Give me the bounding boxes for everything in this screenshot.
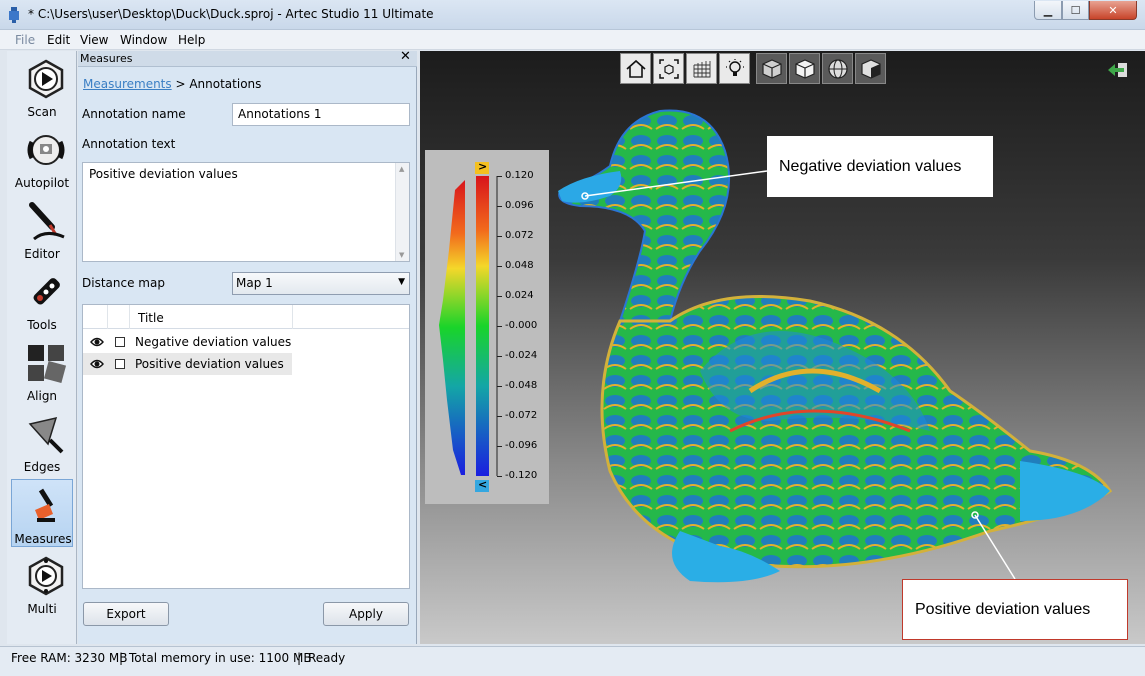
row-title: Positive deviation values	[135, 357, 284, 371]
tool-autopilot[interactable]: Autopilot	[11, 124, 73, 192]
text-scrollbar[interactable]: ▲ ▼	[395, 163, 409, 261]
distance-map-select[interactable]: Map 1 ▼	[232, 272, 410, 295]
callout-text: Negative deviation values	[779, 157, 962, 175]
edges-icon	[28, 416, 64, 454]
tool-label: Measures	[14, 532, 72, 546]
maximize-button[interactable]: ☐	[1062, 1, 1089, 20]
tool-measures[interactable]: Measures	[11, 479, 73, 547]
row-checkbox[interactable]	[115, 359, 125, 369]
eye-icon[interactable]	[90, 335, 104, 349]
breadcrumb-measurements-link[interactable]: Measurements	[83, 77, 172, 91]
negative-deviation-callout[interactable]: Negative deviation values	[767, 136, 993, 197]
autopilot-icon	[27, 135, 65, 165]
tool-align[interactable]: Align	[11, 337, 73, 405]
eye-icon[interactable]	[90, 357, 104, 371]
row-checkbox[interactable]	[115, 337, 125, 347]
column-title-header[interactable]: Title	[138, 311, 164, 325]
distance-map-value: Map 1	[236, 276, 273, 290]
panel-close-icon[interactable]: ✕	[400, 49, 411, 64]
editor-icon	[29, 202, 65, 241]
row-title: Negative deviation values	[135, 335, 292, 349]
callout-text: Positive deviation values	[915, 600, 1091, 618]
tool-label: Align	[26, 389, 58, 403]
panel-header: Measures ✕	[78, 49, 417, 67]
tool-tools[interactable]: Tools	[11, 266, 73, 334]
align-icon	[28, 345, 66, 383]
scroll-up-icon[interactable]: ▲	[399, 165, 404, 173]
panel-title: Measures	[80, 52, 133, 65]
list-item[interactable]: Positive deviation values	[83, 353, 292, 375]
annotation-name-input[interactable]: Annotations 1	[232, 103, 410, 126]
tool-label: Multi	[27, 602, 57, 616]
chevron-down-icon: ▼	[398, 277, 405, 287]
tool-label: Scan	[27, 105, 57, 119]
menu-view[interactable]: View	[80, 33, 108, 47]
annotation-text-label: Annotation text	[82, 137, 176, 151]
multi-icon	[28, 556, 64, 596]
tool-label: Editor	[24, 247, 60, 261]
status-separator: |	[297, 651, 302, 665]
menu-edit[interactable]: Edit	[47, 33, 70, 47]
app-icon	[9, 7, 19, 23]
breadcrumb-current: Annotations	[189, 77, 262, 91]
tools-icon	[33, 278, 60, 305]
free-ram-status: Free RAM: 3230 MB	[11, 651, 128, 665]
tool-editor[interactable]: Editor	[11, 195, 73, 263]
close-button[interactable]: ✕	[1089, 1, 1137, 20]
scan-icon	[28, 59, 64, 99]
tool-label: Autopilot	[14, 176, 70, 190]
menu-bar: File Edit View Window Help	[0, 30, 1145, 50]
menu-help[interactable]: Help	[178, 33, 205, 47]
apply-button[interactable]: Apply	[323, 602, 409, 626]
distance-map-label: Distance map	[82, 276, 165, 290]
total-memory-status: Total memory in use: 1100 MB	[129, 651, 312, 665]
title-bar: * C:\Users\user\Desktop\Duck\Duck.sproj …	[0, 0, 1145, 30]
status-separator: |	[119, 651, 124, 665]
list-header: Title	[83, 305, 409, 329]
positive-deviation-callout[interactable]: Positive deviation values	[902, 579, 1128, 640]
mode-toolbar: Scan Autopilot Editor Tools Align Edges …	[7, 51, 77, 644]
ready-status: Ready	[308, 651, 346, 665]
menu-window[interactable]: Window	[120, 33, 167, 47]
scroll-down-icon[interactable]: ▼	[399, 251, 404, 259]
tool-edges[interactable]: Edges	[11, 408, 73, 476]
annotation-text-area[interactable]: Positive deviation values ▲ ▼	[82, 162, 410, 262]
tool-multi[interactable]: Multi	[11, 550, 73, 618]
breadcrumb-separator: >	[171, 77, 190, 91]
measures-icon	[35, 488, 55, 522]
breadcrumb: Measurements > Annotations	[83, 77, 261, 91]
tool-label: Tools	[27, 318, 57, 332]
annotations-list[interactable]: Title Negative deviation values Positive…	[82, 304, 410, 589]
3d-viewport[interactable]: > < 0.120 0.096 0.072 0.048 0.024 -0.000 -0.02…	[420, 51, 1145, 644]
export-button[interactable]: Export	[83, 602, 169, 626]
measures-panel: Measures ✕ Measurements > Annotations An…	[78, 49, 417, 644]
list-item[interactable]: Negative deviation values	[83, 331, 409, 353]
minimize-button[interactable]: ▁	[1034, 1, 1062, 20]
window-title: * C:\Users\user\Desktop\Duck\Duck.sproj …	[28, 7, 434, 21]
annotation-text-value: Positive deviation values	[89, 167, 238, 181]
status-bar: Free RAM: 3230 MB | Total memory in use:…	[0, 646, 1145, 676]
tool-scan[interactable]: Scan	[11, 53, 73, 121]
menu-file[interactable]: File	[15, 33, 35, 47]
tool-label: Edges	[23, 460, 61, 474]
annotation-name-label: Annotation name	[82, 107, 186, 121]
